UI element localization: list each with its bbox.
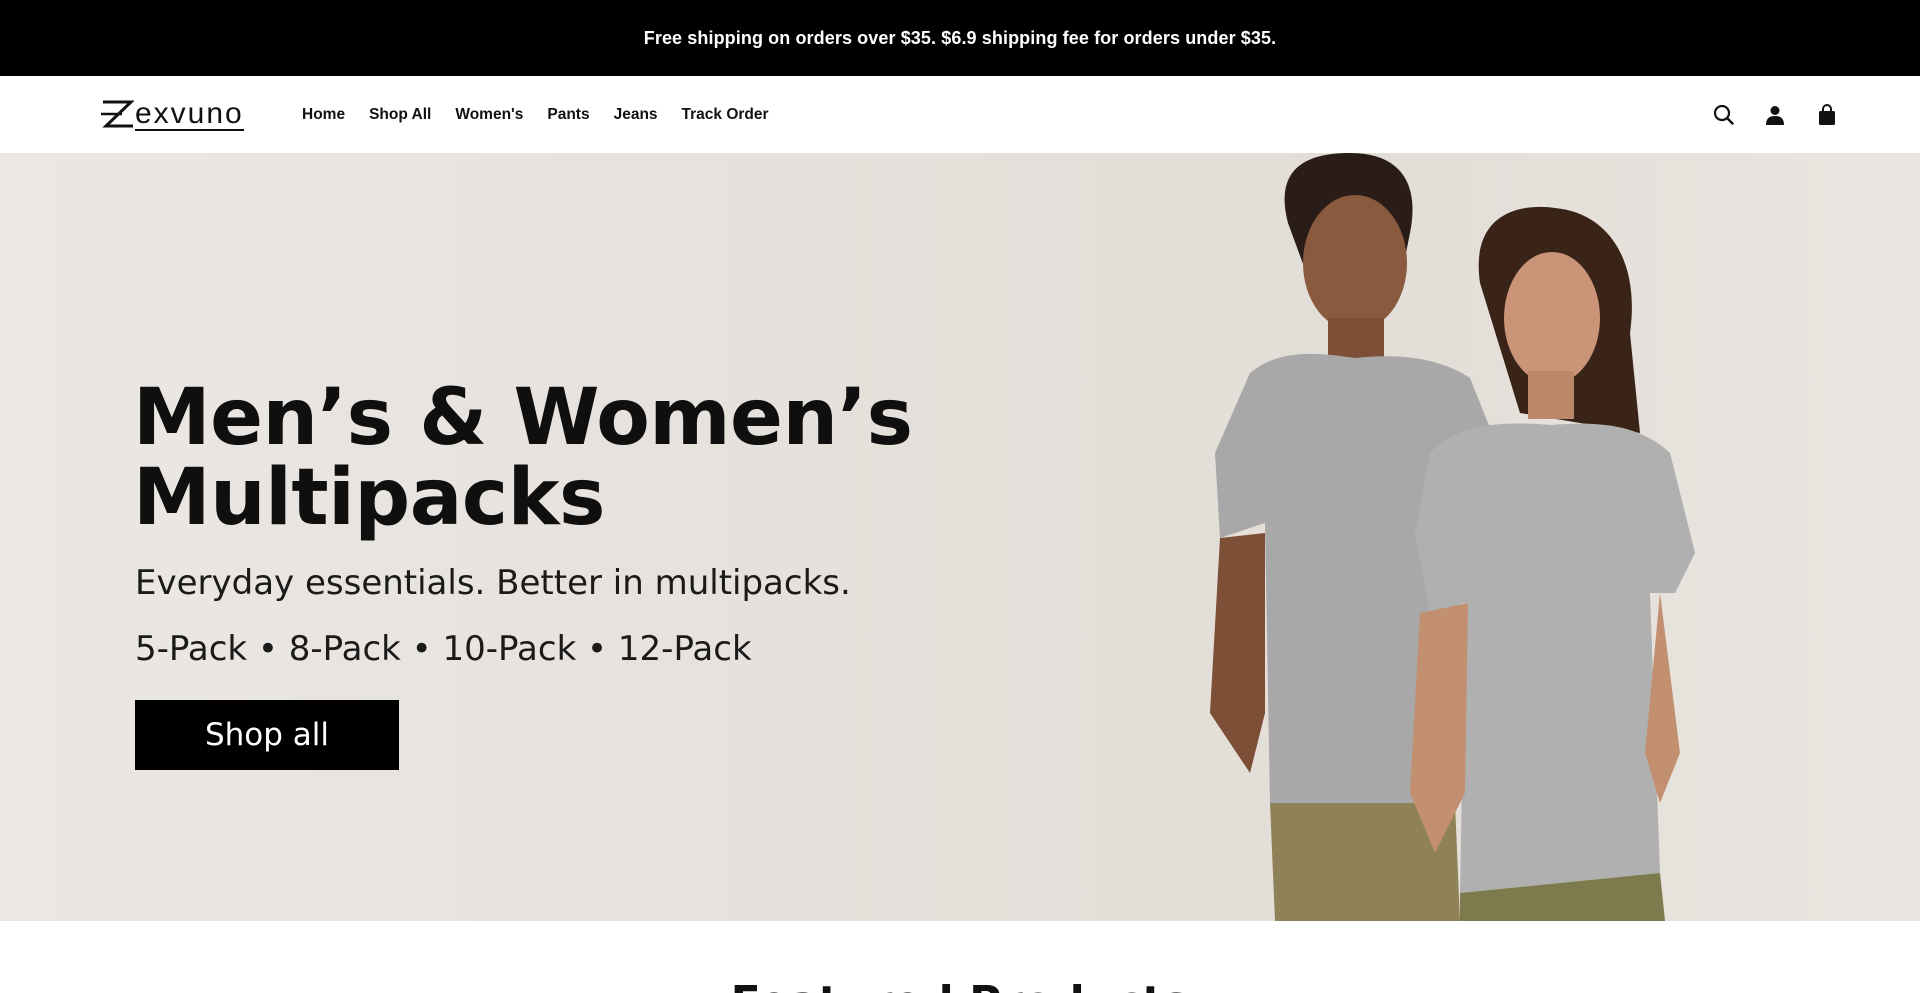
hero-pack-options: 5-Pack • 8-Pack • 10-Pack • 12-Pack <box>135 629 752 669</box>
hero-models-image <box>1210 153 1695 921</box>
brand-logo[interactable]: exvuno <box>100 97 246 131</box>
header-icons <box>1712 76 1838 153</box>
hero-subtitle: Everyday essentials. Better in multipack… <box>135 563 851 603</box>
hero-title-line2: Multipacks <box>133 453 605 543</box>
hero-banner: Men’s & Women’s Multipacks Everyday esse… <box>0 153 1920 921</box>
cart-icon[interactable] <box>1816 103 1838 126</box>
nav-home[interactable]: Home <box>302 106 345 124</box>
hero-title-line1: Men’s & Women’s <box>133 373 913 463</box>
site-header: exvuno Home Shop All Women's Pants Jeans… <box>0 76 1920 153</box>
search-icon[interactable] <box>1712 104 1734 126</box>
featured-heading: Featured Products <box>0 977 1920 993</box>
logo-z-icon <box>101 100 134 128</box>
account-icon[interactable] <box>1764 104 1786 126</box>
nav-shop-all[interactable]: Shop All <box>369 106 431 124</box>
nav-track-order[interactable]: Track Order <box>682 106 769 124</box>
brand-name: exvuno <box>135 97 244 131</box>
female-model <box>1410 206 1695 921</box>
shop-all-button[interactable]: Shop all <box>135 700 399 770</box>
nav-jeans[interactable]: Jeans <box>614 106 658 124</box>
featured-products-section: Featured Products <box>0 921 1920 993</box>
main-nav: Home Shop All Women's Pants Jeans Track … <box>302 76 793 153</box>
announcement-bar: Free shipping on orders over $35. $6.9 s… <box>0 0 1920 76</box>
hero-title: Men’s & Women’s Multipacks <box>133 378 913 538</box>
nav-pants[interactable]: Pants <box>547 106 589 124</box>
nav-womens[interactable]: Women's <box>455 106 523 124</box>
announcement-text: Free shipping on orders over $35. $6.9 s… <box>643 27 1277 48</box>
